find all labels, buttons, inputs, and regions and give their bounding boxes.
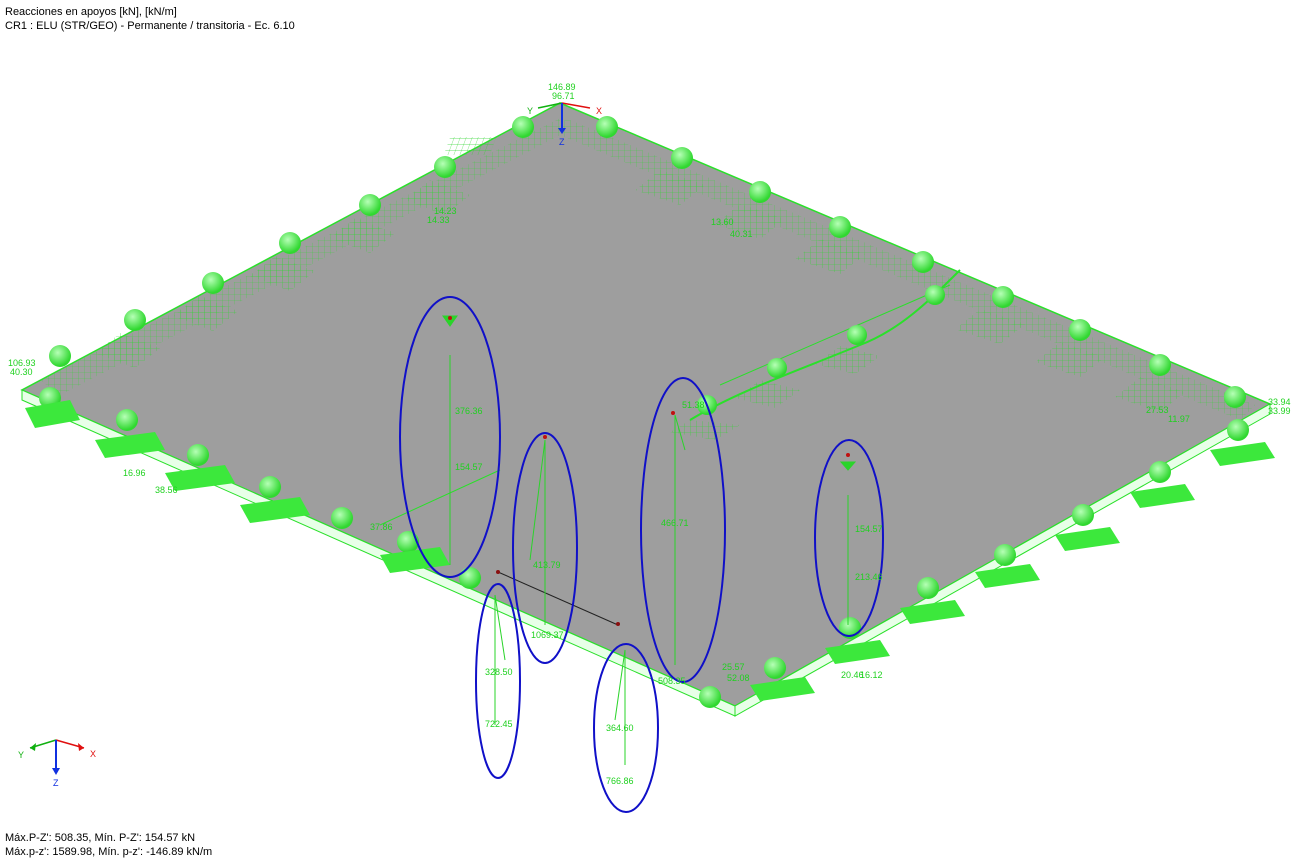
value-col1-b: 154.57 [455,462,483,472]
axis-y-label-top: Y [527,106,533,116]
value-right-inner-2: 11.97 [1168,414,1190,424]
value-col6-a: 364.60 [606,723,634,733]
value-col4-a: 154.57 [855,524,883,534]
model-canvas[interactable]: 146.89 96.71 106.93 40.30 16.96 38.56 37… [0,0,1307,865]
value-right-inner-1: 27.53 [1146,405,1169,415]
value-left-edge-1: 16.96 [123,468,146,478]
value-col1-a: 376.36 [455,406,483,416]
value-col3-top: 51.38 [682,400,705,410]
value-col5-a: 328.50 [485,667,513,677]
axis-z-label-top: Z [559,137,565,147]
value-left-edge-3: 37.86 [370,522,393,532]
summary-line-reactions: Máx.p-z': 1589.98, Mín. p-z': -146.89 kN… [5,846,213,858]
value-left-edge-2: 38.56 [155,485,178,495]
value-col5-b: 722.45 [485,719,513,729]
value-right-2: 33.99 [1268,406,1291,416]
axis-z-label: Z [53,778,59,788]
value-col3-a: 466.71 [661,518,689,528]
value-ridge-right-1: 13.60 [711,217,734,227]
value-ridge-right-2: 40.31 [730,229,753,239]
value-ridge-left-2: 14.33 [427,215,450,225]
result-summary: Máx.P-Z': 508.35, Mín. P-Z': 154.57 kN M… [5,831,212,859]
summary-point-reactions: Máx.P-Z': 508.35, Mín. P-Z': 154.57 kN [5,832,196,844]
value-left-2: 40.30 [10,367,33,377]
axis-x-label-top: X [596,106,602,116]
axis-x-label: X [90,749,96,759]
value-col4-b: 213.46 [855,572,883,582]
value-bottom-1: 25.57 [722,662,745,672]
value-col2-b: 1069.37 [531,630,564,640]
axis-y-label: Y [18,750,24,760]
value-col3-b: 508.35 [658,676,686,686]
value-col6-b: 766.86 [606,776,634,786]
value-top-corner-2: 96.71 [552,91,575,101]
3d-viewport[interactable]: Reacciones en apoyos [kN], [kN/m] CR1 : … [0,0,1307,865]
global-axis-triad: X Y Z [18,739,96,788]
value-bottom-4: 16.12 [860,670,883,680]
value-col2-a: 413.79 [533,560,561,570]
value-bottom-2: 52.08 [727,673,750,683]
